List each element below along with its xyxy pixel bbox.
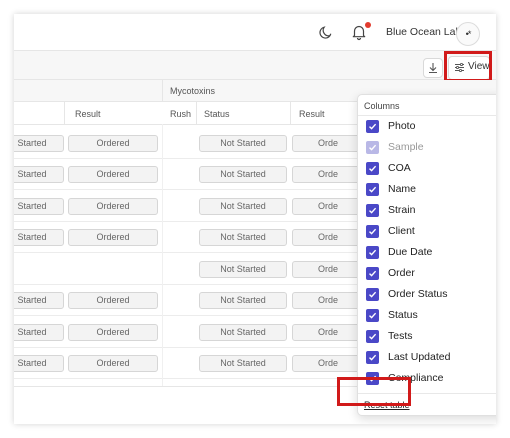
column-header-status[interactable]: Status bbox=[204, 109, 230, 119]
column-toggle-status[interactable]: Status bbox=[366, 307, 486, 325]
mycotoxin-result-pill: Orde bbox=[292, 324, 364, 341]
checkbox-checked-icon[interactable] bbox=[366, 204, 379, 217]
column-toggle-tests[interactable]: Tests bbox=[366, 328, 486, 346]
result-pill: Ordered bbox=[68, 166, 158, 183]
mycotoxin-result-pill: Orde bbox=[292, 355, 364, 372]
columns-menu: Columns Photo Sample COA Name Strain Cli… bbox=[357, 94, 496, 416]
mycotoxin-status-pill: Not Started bbox=[199, 261, 287, 278]
column-toggle-label: Status bbox=[388, 309, 418, 321]
column-toggle-label: Last Updated bbox=[388, 351, 451, 363]
mycotoxin-status-pill: Not Started bbox=[199, 166, 287, 183]
column-toggle-client[interactable]: Client bbox=[366, 223, 486, 241]
result-pill: Ordered bbox=[68, 229, 158, 246]
status-pill: Started bbox=[14, 355, 64, 372]
result-pill: Ordered bbox=[68, 324, 158, 341]
checkbox-checked-icon[interactable] bbox=[366, 120, 379, 133]
column-header-result-2[interactable]: Result bbox=[299, 109, 325, 119]
status-pill: Started bbox=[14, 166, 64, 183]
checkbox-checked-icon[interactable] bbox=[366, 183, 379, 196]
divider bbox=[358, 115, 496, 116]
mycotoxin-result-pill: Orde bbox=[292, 261, 364, 278]
reset-table-highlight bbox=[337, 377, 411, 406]
mycotoxin-result-pill: Orde bbox=[292, 229, 364, 246]
column-toggle-order-status[interactable]: Order Status bbox=[366, 286, 486, 304]
column-toggle-label: Due Date bbox=[388, 246, 433, 258]
mycotoxin-result-pill: Orde bbox=[292, 135, 364, 152]
view-button-highlight bbox=[444, 51, 492, 82]
column-toggle-label: Sample bbox=[388, 141, 424, 153]
organization-name[interactable]: Blue Ocean Labs bbox=[386, 26, 467, 38]
status-pill: Started bbox=[14, 324, 64, 341]
dark-mode-moon-icon[interactable] bbox=[318, 24, 334, 40]
column-toggle-label: Client bbox=[388, 225, 415, 237]
checkbox-checked-icon bbox=[366, 141, 379, 154]
column-toggle-order[interactable]: Order bbox=[366, 265, 486, 283]
column-toggle-sample: Sample bbox=[366, 139, 486, 157]
checkbox-checked-icon[interactable] bbox=[366, 351, 379, 364]
checkbox-checked-icon[interactable] bbox=[366, 288, 379, 301]
download-icon bbox=[429, 63, 437, 74]
column-toggle-photo[interactable]: Photo bbox=[366, 118, 486, 136]
column-toggle-label: Name bbox=[388, 183, 417, 195]
mycotoxin-result-pill: Orde bbox=[292, 198, 364, 215]
column-toggle-due-date[interactable]: Due Date bbox=[366, 244, 486, 262]
column-toggle-label: Order bbox=[388, 267, 415, 279]
column-toggle-coa[interactable]: COA bbox=[366, 160, 486, 178]
status-pill: Started bbox=[14, 229, 64, 246]
column-header-rush[interactable]: Rush bbox=[170, 109, 191, 119]
column-divider bbox=[64, 102, 65, 124]
mycotoxin-status-pill: Not Started bbox=[199, 355, 287, 372]
result-pill: Ordered bbox=[68, 355, 158, 372]
result-pill: Ordered bbox=[68, 135, 158, 152]
download-button[interactable] bbox=[423, 58, 443, 78]
top-bar: Blue Ocean Labs •* bbox=[14, 14, 496, 51]
column-toggle-name[interactable]: Name bbox=[366, 181, 486, 199]
column-toggle-label: Order Status bbox=[388, 288, 448, 300]
column-toggle-label: COA bbox=[388, 162, 411, 174]
column-toggle-label: Tests bbox=[388, 330, 413, 342]
mycotoxin-status-pill: Not Started bbox=[199, 198, 287, 215]
column-toggle-last-updated[interactable]: Last Updated bbox=[366, 349, 486, 367]
checkbox-checked-icon[interactable] bbox=[366, 309, 379, 322]
checkbox-checked-icon[interactable] bbox=[366, 225, 379, 238]
column-toggle-label: Photo bbox=[388, 120, 416, 132]
column-divider bbox=[162, 124, 163, 386]
status-pill: Started bbox=[14, 292, 64, 309]
status-pill: Started bbox=[14, 135, 64, 152]
column-divider bbox=[196, 102, 197, 124]
group-header-mycotoxins: Mycotoxins bbox=[170, 86, 216, 96]
mycotoxin-result-pill: Orde bbox=[292, 166, 364, 183]
checkbox-checked-icon[interactable] bbox=[366, 162, 379, 175]
mycotoxin-status-pill: Not Started bbox=[199, 135, 287, 152]
column-toggle-strain[interactable]: Strain bbox=[366, 202, 486, 220]
columns-menu-title: Columns bbox=[364, 101, 400, 111]
result-pill: Ordered bbox=[68, 198, 158, 215]
column-header-result[interactable]: Result bbox=[75, 109, 101, 119]
status-pill: Started bbox=[14, 198, 64, 215]
user-avatar[interactable]: •* bbox=[456, 22, 480, 46]
column-toggle-label: Strain bbox=[388, 204, 416, 216]
column-divider bbox=[290, 102, 291, 124]
app-window: Blue Ocean Labs •* View Mycotoxins Resul… bbox=[14, 14, 496, 424]
checkbox-checked-icon[interactable] bbox=[366, 267, 379, 280]
mycotoxin-status-pill: Not Started bbox=[199, 292, 287, 309]
mycotoxin-status-pill: Not Started bbox=[199, 229, 287, 246]
mycotoxin-result-pill: Orde bbox=[292, 292, 364, 309]
mycotoxin-status-pill: Not Started bbox=[199, 324, 287, 341]
notification-dot bbox=[365, 22, 371, 28]
checkbox-checked-icon[interactable] bbox=[366, 330, 379, 343]
checkbox-checked-icon[interactable] bbox=[366, 246, 379, 259]
result-pill: Ordered bbox=[68, 292, 158, 309]
